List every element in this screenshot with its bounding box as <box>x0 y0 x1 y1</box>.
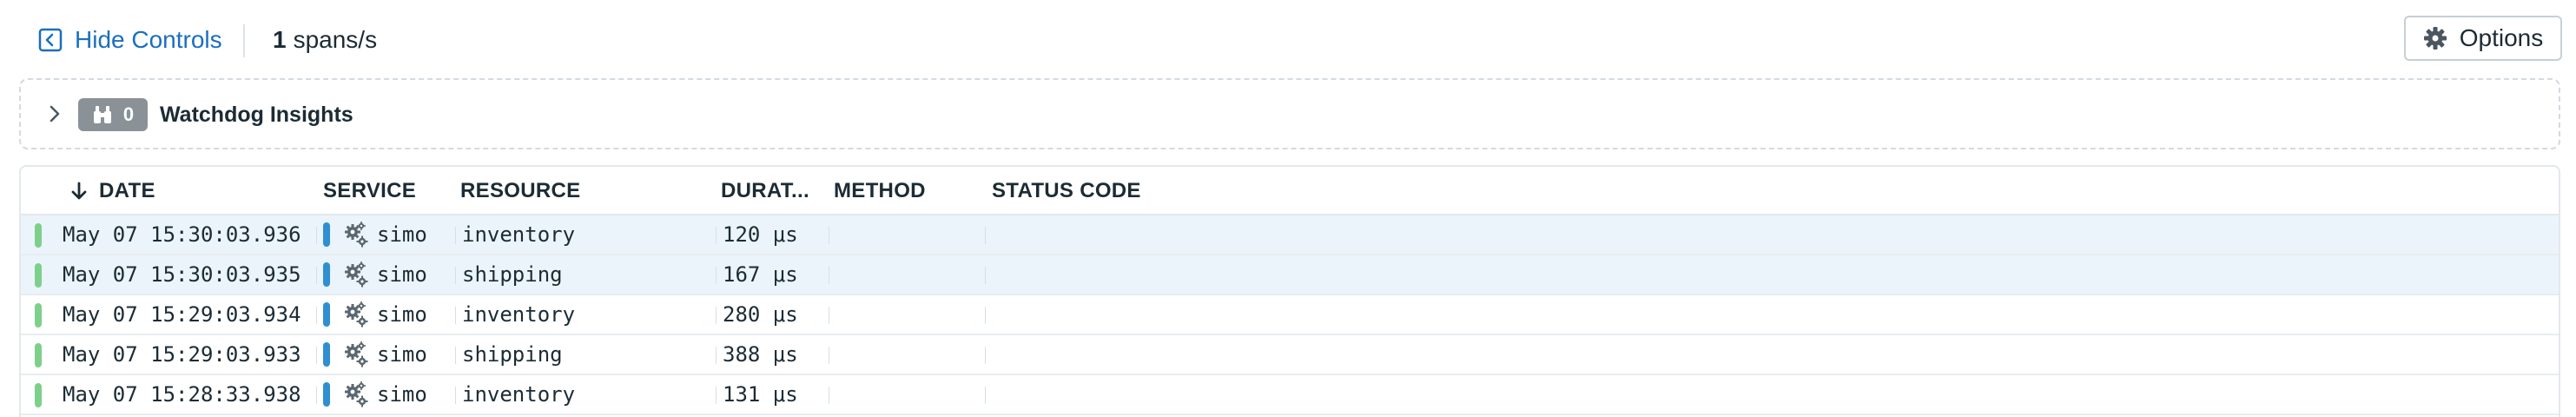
cell-date: May 07 15:28:33.938 <box>63 382 301 407</box>
cell-service: simo <box>323 295 427 334</box>
column-separator <box>316 267 317 284</box>
column-header-resource[interactable]: RESOURCE <box>460 167 712 215</box>
cell-date: May 07 15:29:03.933 <box>63 342 301 367</box>
gears-icon <box>342 221 370 248</box>
binoculars-icon <box>92 104 113 125</box>
service-color-bar <box>323 382 330 407</box>
cell-resource: shipping <box>462 342 563 367</box>
cell-service: simo <box>323 335 427 374</box>
column-separator <box>985 387 986 404</box>
service-name: simo <box>377 222 427 247</box>
column-separator <box>455 227 456 244</box>
column-separator <box>316 387 317 404</box>
cell-duration: 280 μs <box>723 302 798 327</box>
watchdog-count-badge: 0 <box>78 98 148 131</box>
cell-duration: 120 μs <box>723 222 798 247</box>
traces-table: DATE SERVICE RESOURCE DURAT... METHOD ST… <box>19 165 2560 417</box>
cell-duration: 388 μs <box>723 342 798 367</box>
cell-date: May 07 15:30:03.936 <box>63 222 301 247</box>
service-color-bar <box>323 302 330 327</box>
hide-controls-label: Hide Controls <box>75 26 222 53</box>
cell-resource: inventory <box>462 302 576 327</box>
column-header-method[interactable]: METHOD <box>834 167 981 215</box>
watchdog-title: Watchdog Insights <box>160 102 353 127</box>
gears-icon <box>342 301 370 328</box>
column-separator <box>716 227 717 244</box>
cell-resource: inventory <box>462 382 576 407</box>
column-label-date: DATE <box>99 179 155 202</box>
column-separator <box>455 387 456 404</box>
table-header: DATE SERVICE RESOURCE DURAT... METHOD ST… <box>21 167 2559 215</box>
gear-icon <box>2423 26 2447 50</box>
span-rate-value: 1 <box>273 26 287 53</box>
column-separator <box>716 267 717 284</box>
span-rate-unit: spans/s <box>293 26 378 53</box>
service-name: simo <box>377 262 427 287</box>
service-color-bar <box>323 222 330 247</box>
column-separator <box>316 227 317 244</box>
column-separator <box>985 227 986 244</box>
column-separator <box>455 307 456 324</box>
column-separator <box>316 307 317 324</box>
cell-resource: shipping <box>462 262 563 287</box>
watchdog-insights-panel[interactable]: 0 Watchdog Insights <box>19 78 2560 149</box>
service-color-bar <box>323 342 330 367</box>
service-name: simo <box>377 302 427 327</box>
toolbar-divider <box>243 24 245 57</box>
watchdog-count: 0 <box>122 103 135 125</box>
status-ok-bar <box>35 263 42 288</box>
chevron-right-icon[interactable] <box>40 99 69 129</box>
table-row[interactable]: May 07 15:28:33.938 simo inventory 131 μ… <box>21 375 2559 415</box>
cell-resource: inventory <box>462 222 576 247</box>
column-separator <box>985 267 986 284</box>
gears-icon <box>342 381 370 408</box>
column-separator <box>985 347 986 364</box>
cell-service: simo <box>323 215 427 254</box>
column-separator <box>716 387 717 404</box>
status-ok-bar <box>35 343 42 367</box>
cell-duration: 131 μs <box>723 382 798 407</box>
table-row[interactable]: May 07 15:29:03.934 simo inventory 280 μ… <box>21 295 2559 335</box>
gears-icon <box>342 341 370 368</box>
status-ok-bar <box>35 303 42 328</box>
column-separator <box>716 307 717 324</box>
column-separator <box>985 307 986 324</box>
arrow-down-icon <box>69 181 89 202</box>
column-separator <box>716 347 717 364</box>
cell-duration: 167 μs <box>723 262 798 287</box>
column-header-service[interactable]: SERVICE <box>323 167 453 215</box>
column-header-date[interactable]: DATE <box>69 167 321 215</box>
cell-date: May 07 15:30:03.935 <box>63 262 301 287</box>
column-header-status-code[interactable]: STATUS CODE <box>992 167 1252 215</box>
table-row[interactable]: May 07 15:30:03.936 simo inventory 120 μ… <box>21 215 2559 255</box>
column-separator <box>455 267 456 284</box>
column-separator <box>316 347 317 364</box>
gears-icon <box>342 261 370 288</box>
service-name: simo <box>377 342 427 367</box>
collapse-panel-icon <box>38 28 63 52</box>
options-button[interactable]: Options <box>2404 16 2562 61</box>
table-row[interactable]: May 07 15:30:03.935 simo shipping 167 μs <box>21 255 2559 295</box>
cell-date: May 07 15:29:03.934 <box>63 302 301 327</box>
service-color-bar <box>323 262 330 287</box>
options-label: Options <box>2459 24 2544 51</box>
toolbar: Hide Controls 1 spans/s Options <box>0 0 2576 78</box>
column-header-duration[interactable]: DURAT... <box>721 167 823 215</box>
cell-service: simo <box>323 375 427 414</box>
status-ok-bar <box>35 383 42 407</box>
span-rate: 1 spans/s <box>273 23 377 57</box>
table-row[interactable]: May 07 15:29:03.933 simo shipping 388 μs <box>21 335 2559 375</box>
cell-service: simo <box>323 255 427 294</box>
service-name: simo <box>377 382 427 407</box>
status-ok-bar <box>35 223 42 248</box>
hide-controls-button[interactable]: Hide Controls <box>38 23 222 57</box>
column-separator <box>455 347 456 364</box>
